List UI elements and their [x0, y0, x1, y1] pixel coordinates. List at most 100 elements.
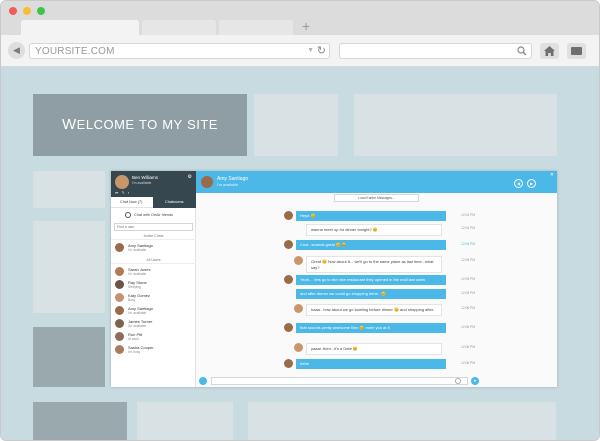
profile-status[interactable]: I'm available: [132, 181, 151, 185]
browser-tab[interactable]: [219, 20, 293, 35]
emoji-icon[interactable]: [455, 378, 461, 384]
message-bubble: that sounds pretty awesome Ben 😊 meet yo…: [296, 323, 446, 333]
user-list-item[interactable]: Sasha Cooper I'm busy: [115, 344, 195, 355]
message-time: 12:04 PM: [461, 226, 476, 230]
message-bubble: wanna meet up for dinner tonight? 😊: [306, 224, 442, 236]
avatar[interactable]: [115, 175, 129, 189]
content-placeholder: [137, 402, 233, 440]
chat-tabs: Chat Now (7) Chatrooms: [111, 197, 196, 208]
avatar: [115, 243, 124, 252]
avatar: [284, 211, 293, 220]
browser-tab[interactable]: [142, 20, 216, 35]
profile-action-icons[interactable]: ➡ ✎ ▪: [115, 190, 130, 195]
welcome-banner: WELCOME TO MY SITE: [33, 94, 247, 156]
user-list-item[interactable]: Katy Gomez Busy: [115, 292, 195, 303]
browser-tab-active[interactable]: [21, 20, 139, 35]
message-bubble: and after dinner we could go shopping he…: [296, 289, 446, 299]
friends-label: Chat with OnAir friends: [134, 213, 174, 217]
message-time: 12:06 PM: [461, 306, 476, 310]
menu-icon: [571, 47, 582, 55]
voice-call-button[interactable]: ▶: [527, 179, 536, 188]
gear-icon[interactable]: ⚙: [188, 174, 192, 180]
message-time: 12:06 PM: [461, 325, 476, 329]
avatar: [284, 323, 293, 332]
content-placeholder: [33, 402, 127, 440]
tab-chatrooms[interactable]: Chatrooms: [165, 200, 184, 204]
find-user-input[interactable]: Find a user: [114, 223, 193, 231]
user-list-item[interactable]: James Turner I'm available: [115, 318, 195, 329]
home-icon: [544, 46, 555, 56]
load-earlier-button[interactable]: Load Earlier Messages...: [334, 194, 419, 202]
user-list-item[interactable]: Amy Santiago I'm available: [115, 242, 195, 253]
search-input[interactable]: [339, 43, 532, 59]
chat-with-friends-button[interactable]: Chat with OnAir friends: [111, 211, 196, 220]
avatar[interactable]: [201, 176, 213, 188]
browser-titlebar: +: [1, 1, 599, 35]
message-bubble: Great 😊 how about 8... we'll go to the s…: [306, 256, 442, 273]
reload-icon[interactable]: ↻: [317, 44, 326, 57]
chat-sidebar: Ben Williams I'm available ⚙ ➡ ✎ ▪ Chat …: [111, 171, 196, 387]
avatar: [115, 293, 124, 302]
home-button[interactable]: [540, 43, 559, 59]
content-placeholder: [248, 402, 556, 440]
tab-chat-now[interactable]: Chat Now (7): [120, 200, 142, 204]
avatar: [294, 304, 303, 313]
message-time: 12:05 PM: [461, 258, 476, 262]
avatar: [115, 267, 124, 276]
message-time: 12:05 PM: [461, 291, 476, 295]
browser-toolbar: ◀ YOURSITE.COM ▼ ↻: [1, 35, 599, 67]
user-status: I'm busy: [128, 350, 141, 354]
browser-window: + ◀ YOURSITE.COM ▼ ↻ WELCOME TO MY SITE …: [0, 0, 600, 441]
new-tab-button[interactable]: +: [302, 18, 310, 34]
message-time: 12:05 PM: [461, 277, 476, 281]
search-icon[interactable]: [517, 46, 527, 56]
message-input[interactable]: [211, 377, 468, 385]
user-list-item[interactable]: Sarah Jones I'm available: [115, 266, 195, 277]
maximize-window-button[interactable]: [37, 7, 45, 15]
message-time: 12:04 PM: [461, 242, 476, 246]
all-users-title: All Users: [111, 258, 196, 264]
chat-profile-header: Ben Williams I'm available ⚙ ➡ ✎ ▪: [111, 171, 196, 197]
user-status: At work: [128, 337, 139, 341]
active-chats-title: Active Chats: [111, 234, 196, 240]
send-button[interactable]: ➤: [471, 377, 479, 385]
conversation-header: Amy Santiago I'm available ◀ ▶ ✕: [196, 171, 557, 193]
user-list-item[interactable]: Ron Pitt At work: [115, 331, 195, 342]
avatar: [115, 306, 124, 315]
message-time: 12:06 PM: [461, 361, 476, 365]
welcome-text: WELCOME TO MY SITE: [62, 116, 218, 133]
menu-button[interactable]: [567, 43, 586, 59]
avatar: [115, 280, 124, 289]
avatar: [115, 319, 124, 328]
chevron-down-icon[interactable]: ▼: [307, 47, 314, 54]
user-list-item[interactable]: Amy Santiago I'm available: [115, 305, 195, 316]
message-bubble: Yeah.... lets go to the new restaurant t…: [296, 275, 446, 285]
user-status: Busy: [128, 298, 136, 302]
conversation-name: Amy Santiago: [217, 176, 249, 182]
user-status: I'm available: [128, 311, 147, 315]
content-placeholder: [33, 221, 105, 313]
message-bubble: yaaar..then...it's a Date 😊: [306, 343, 442, 355]
content-placeholder: [33, 171, 105, 208]
close-icon[interactable]: ✕: [550, 172, 554, 178]
back-button[interactable]: ◀: [8, 42, 25, 59]
avatar: [294, 256, 303, 265]
close-window-button[interactable]: [9, 7, 17, 15]
message-bubble: haaa.. how about we go bowling before di…: [306, 304, 442, 316]
user-list-item[interactable]: Ray Stone Sleeping: [115, 279, 195, 290]
avatar: [284, 359, 293, 368]
avatar: [284, 275, 293, 284]
minimize-window-button[interactable]: [23, 7, 31, 15]
friends-icon: [125, 212, 131, 218]
attach-icon[interactable]: [199, 377, 207, 385]
user-status: I'm available: [128, 324, 147, 328]
content-placeholder: [254, 94, 338, 156]
url-text: YOURSITE.COM: [35, 46, 115, 57]
avatar: [294, 343, 303, 352]
message-composer: ➤: [196, 375, 557, 387]
conversation-status: I'm available: [217, 183, 238, 187]
video-call-button[interactable]: ◀: [514, 179, 523, 188]
address-bar[interactable]: YOURSITE.COM ▼ ↻: [29, 43, 330, 59]
chat-widget: Ben Williams I'm available ⚙ ➡ ✎ ▪ Chat …: [111, 171, 557, 387]
content-placeholder: [33, 327, 105, 387]
